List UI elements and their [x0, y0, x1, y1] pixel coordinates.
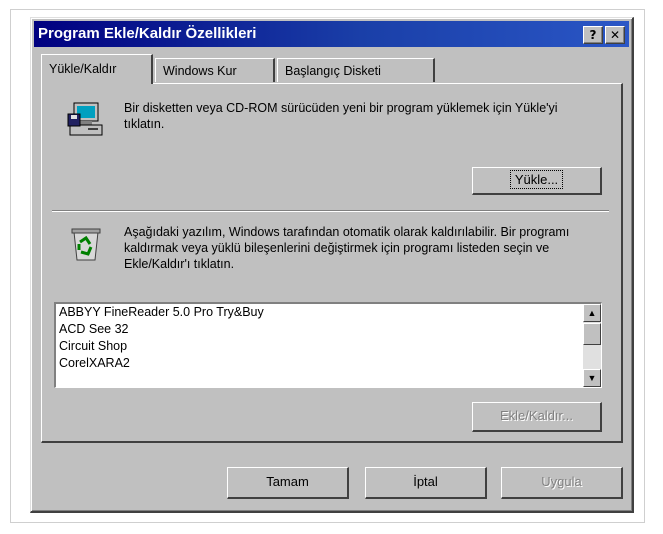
ok-button[interactable]: Tamam: [227, 467, 349, 499]
recycle-bin-icon: [66, 224, 106, 264]
list-scrollbar[interactable]: ▲ ▼: [583, 304, 601, 387]
tab-install-remove[interactable]: Yükle/Kaldır: [41, 54, 153, 84]
title-bar: Program Ekle/Kaldır Özellikleri ? ✕: [34, 21, 629, 47]
install-button-label: Yükle...: [509, 170, 564, 189]
list-item[interactable]: CorelXARA2: [56, 355, 601, 372]
computer-with-disk-icon: [66, 100, 106, 140]
properties-dialog: Program Ekle/Kaldır Özellikleri ? ✕ Yükl…: [30, 17, 634, 513]
list-item[interactable]: ACD See 32: [56, 321, 601, 338]
apply-button[interactable]: Uygula: [501, 467, 623, 499]
list-item[interactable]: ABBYY FineReader 5.0 Pro Try&Buy: [56, 304, 601, 321]
add-remove-button[interactable]: Ekle/Kaldır...: [472, 402, 602, 432]
close-button[interactable]: ✕: [605, 26, 625, 44]
scroll-thumb[interactable]: [583, 323, 601, 345]
tab-panel: Bir disketten veya CD-ROM sürücüden yeni…: [41, 83, 623, 443]
install-description: Bir disketten veya CD-ROM sürücüden yeni…: [124, 101, 558, 131]
tab-windows-setup[interactable]: Windows Kur: [155, 58, 275, 82]
section-divider: [52, 210, 609, 212]
install-button[interactable]: Yükle...: [472, 167, 602, 195]
remove-description: Aşağıdaki yazılım, Windows tarafından ot…: [124, 225, 570, 271]
tab-startup-disk[interactable]: Başlangıç Disketi: [277, 58, 435, 82]
scroll-down-arrow-icon[interactable]: ▼: [583, 369, 601, 387]
cancel-button[interactable]: İptal: [365, 467, 487, 499]
list-item[interactable]: Circuit Shop: [56, 338, 601, 355]
program-list[interactable]: ABBYY FineReader 5.0 Pro Try&Buy ACD See…: [54, 302, 602, 388]
help-button[interactable]: ?: [583, 26, 603, 44]
scroll-up-arrow-icon[interactable]: ▲: [583, 304, 601, 322]
window-title: Program Ekle/Kaldır Özellikleri: [38, 25, 257, 42]
